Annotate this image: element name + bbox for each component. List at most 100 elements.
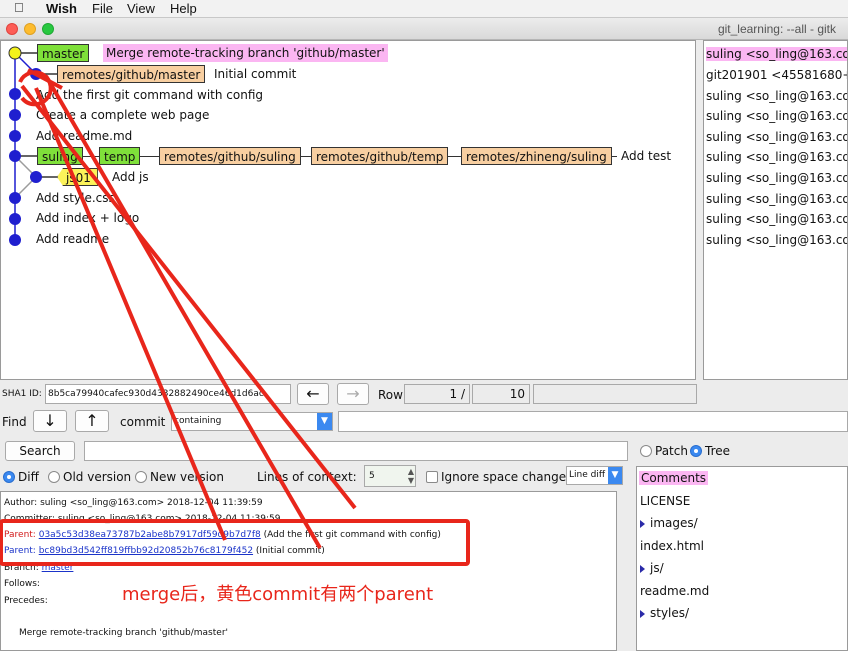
committer-label: Committer: [4, 514, 55, 524]
branch-link[interactable]: master [42, 563, 74, 573]
chevron-down-icon: ▼ [317, 413, 332, 430]
folder-name: styles/ [650, 606, 690, 620]
context-value: 5 [369, 471, 375, 481]
ref-local-temp[interactable]: temp [99, 147, 141, 165]
author-cell[interactable]: git201901 <45581680+git [706, 68, 847, 82]
patch-label: Patch [655, 444, 688, 458]
commit-subject[interactable]: Merge remote-tracking branch 'github/mas… [103, 44, 388, 62]
commit-subject[interactable]: Add readme [36, 232, 109, 252]
author-cell[interactable]: suling <so_ling@163.com> [706, 130, 847, 144]
new-version-radio[interactable] [135, 471, 147, 483]
ref-remote-github-temp[interactable]: remotes/github/temp [311, 147, 449, 165]
line-diff-select[interactable]: Line diff ▼ [566, 466, 623, 485]
menu-file[interactable]: File [92, 1, 113, 16]
app-menu[interactable]: Wish [46, 1, 77, 16]
file-index-html[interactable]: index.html [640, 539, 704, 553]
author-cell[interactable]: suling <so_ling@163.com> [706, 109, 847, 123]
file-comments[interactable]: Comments [639, 471, 709, 485]
parent-sha-link[interactable]: bc89bd3d542ff819ffbb92d20852b76c8179f452 [39, 546, 253, 556]
progress-field [533, 384, 697, 404]
find-label: Find [2, 415, 27, 429]
author-value: suling <so_ling@163.com> 2018-12-04 11:3… [40, 498, 263, 508]
patch-radio[interactable] [640, 445, 652, 457]
folder-images[interactable]: images/ [640, 516, 698, 530]
search-button[interactable]: Search [5, 441, 75, 461]
forward-button[interactable]: → [337, 383, 369, 405]
annotation-text: merge后，黄色commit有两个parent [122, 584, 434, 605]
precedes-label: Precedes: [4, 596, 48, 606]
commit-subject[interactable]: Add index + logo [36, 211, 139, 231]
folder-name: images/ [650, 516, 698, 530]
author-cell[interactable]: suling <so_ling@163.com> [706, 150, 847, 164]
expand-triangle-icon[interactable] [640, 609, 645, 618]
find-input[interactable] [338, 411, 848, 432]
ref-remote-github-master[interactable]: remotes/github/master [57, 65, 206, 83]
author-cell[interactable]: suling <so_ling@163.com> [706, 89, 847, 103]
author-cell[interactable]: suling <so_ling@163.com> [706, 233, 847, 247]
commit-subject[interactable]: Add the first git command with config [36, 88, 263, 108]
commit-node [30, 68, 42, 80]
commit-subject[interactable]: Add style.css [36, 191, 115, 211]
ref-tag-js01[interactable]: js01 [57, 168, 98, 186]
folder-name: js/ [650, 561, 664, 575]
minimize-window-button[interactable] [24, 23, 36, 35]
tree-label: Tree [705, 444, 731, 458]
author-cell[interactable]: suling <so_ling@163.com> [706, 212, 847, 226]
find-next-button[interactable]: ↓ [33, 410, 67, 432]
parent-label: Parent: [4, 546, 36, 556]
author-cell[interactable]: suling <so_ling@163.com> [706, 47, 847, 61]
commit-subject[interactable]: Add test [619, 149, 672, 169]
author-line: Author: suling <so_ling@163.com> 2018-12… [4, 498, 263, 508]
author-pane[interactable]: suling <so_ling@163.com> git201901 <4558… [703, 40, 848, 380]
commit-node [9, 213, 21, 225]
parent-sha-link[interactable]: 03a5c53d38ea73787b2abe8b7917df59d9b7d7f8 [39, 530, 261, 540]
back-button[interactable]: ← [297, 383, 329, 405]
expand-triangle-icon[interactable] [640, 564, 645, 573]
ref-remote-zhineng-suling[interactable]: remotes/zhineng/suling [461, 147, 612, 165]
context-stepper[interactable]: 5 ▲ ▼ [364, 465, 416, 487]
folder-js[interactable]: js/ [640, 561, 664, 575]
row-total-field: 10 [472, 384, 530, 404]
ignore-space-checkbox[interactable] [426, 471, 438, 483]
chevron-down-icon: ▼ [608, 467, 622, 484]
zoom-window-button[interactable] [42, 23, 54, 35]
parent-subject: (Initial commit) [255, 546, 325, 556]
sha1-label: SHA1 ID: [2, 389, 42, 399]
old-version-radio[interactable] [48, 471, 60, 483]
commit-node [30, 171, 42, 183]
commit-subject[interactable]: Create a complete web page [36, 108, 209, 128]
ref-remote-github-suling[interactable]: remotes/github/suling [159, 147, 301, 165]
search-input[interactable] [84, 441, 628, 461]
ref-local-suling[interactable]: suling [37, 147, 83, 165]
commit-node [9, 192, 21, 204]
expand-triangle-icon[interactable] [640, 519, 645, 528]
find-prev-button[interactable]: ↑ [75, 410, 109, 432]
close-window-button[interactable] [6, 23, 18, 35]
author-label: Author: [4, 498, 38, 508]
folder-styles[interactable]: styles/ [640, 606, 689, 620]
menu-help[interactable]: Help [170, 1, 197, 16]
file-license[interactable]: LICENSE [640, 494, 690, 508]
file-readme-md[interactable]: readme.md [640, 584, 709, 598]
commit-detail-pane[interactable]: Author: suling <so_ling@163.com> 2018-12… [0, 491, 617, 651]
diff-radio[interactable] [3, 471, 15, 483]
stepper-arrows-icon: ▲ ▼ [407, 467, 414, 485]
apple-icon[interactable]:  [14, 0, 24, 15]
tree-radio[interactable] [690, 445, 702, 457]
commit-subject[interactable]: Add readme.md [36, 129, 132, 149]
author-cell[interactable]: suling <so_ling@163.com> [706, 192, 847, 206]
ref-local-master[interactable]: master [37, 44, 90, 62]
file-tree-pane[interactable]: Comments LICENSE images/ index.html js/ … [636, 466, 848, 651]
row-label: Row [378, 388, 403, 402]
branch-line: Branch: master [4, 563, 73, 573]
commit-subject[interactable]: Add js [112, 170, 149, 190]
new-version-label: New version [150, 470, 224, 484]
find-type-select[interactable]: containing ▼ [171, 412, 333, 431]
author-cell[interactable]: suling <so_ling@163.com> [706, 171, 847, 185]
commit-subject[interactable]: Initial commit [214, 67, 296, 87]
sha1-field[interactable]: 8b5ca79940cafec930d4332882490ce46d1d6ac [45, 384, 291, 404]
commit-node [9, 234, 21, 246]
commit-graph-pane[interactable]: master Merge remote-tracking branch 'git… [0, 40, 696, 380]
menu-view[interactable]: View [127, 1, 155, 16]
committer-value: suling <so_ling@163.com> 2018-12-04 11:3… [57, 514, 281, 524]
